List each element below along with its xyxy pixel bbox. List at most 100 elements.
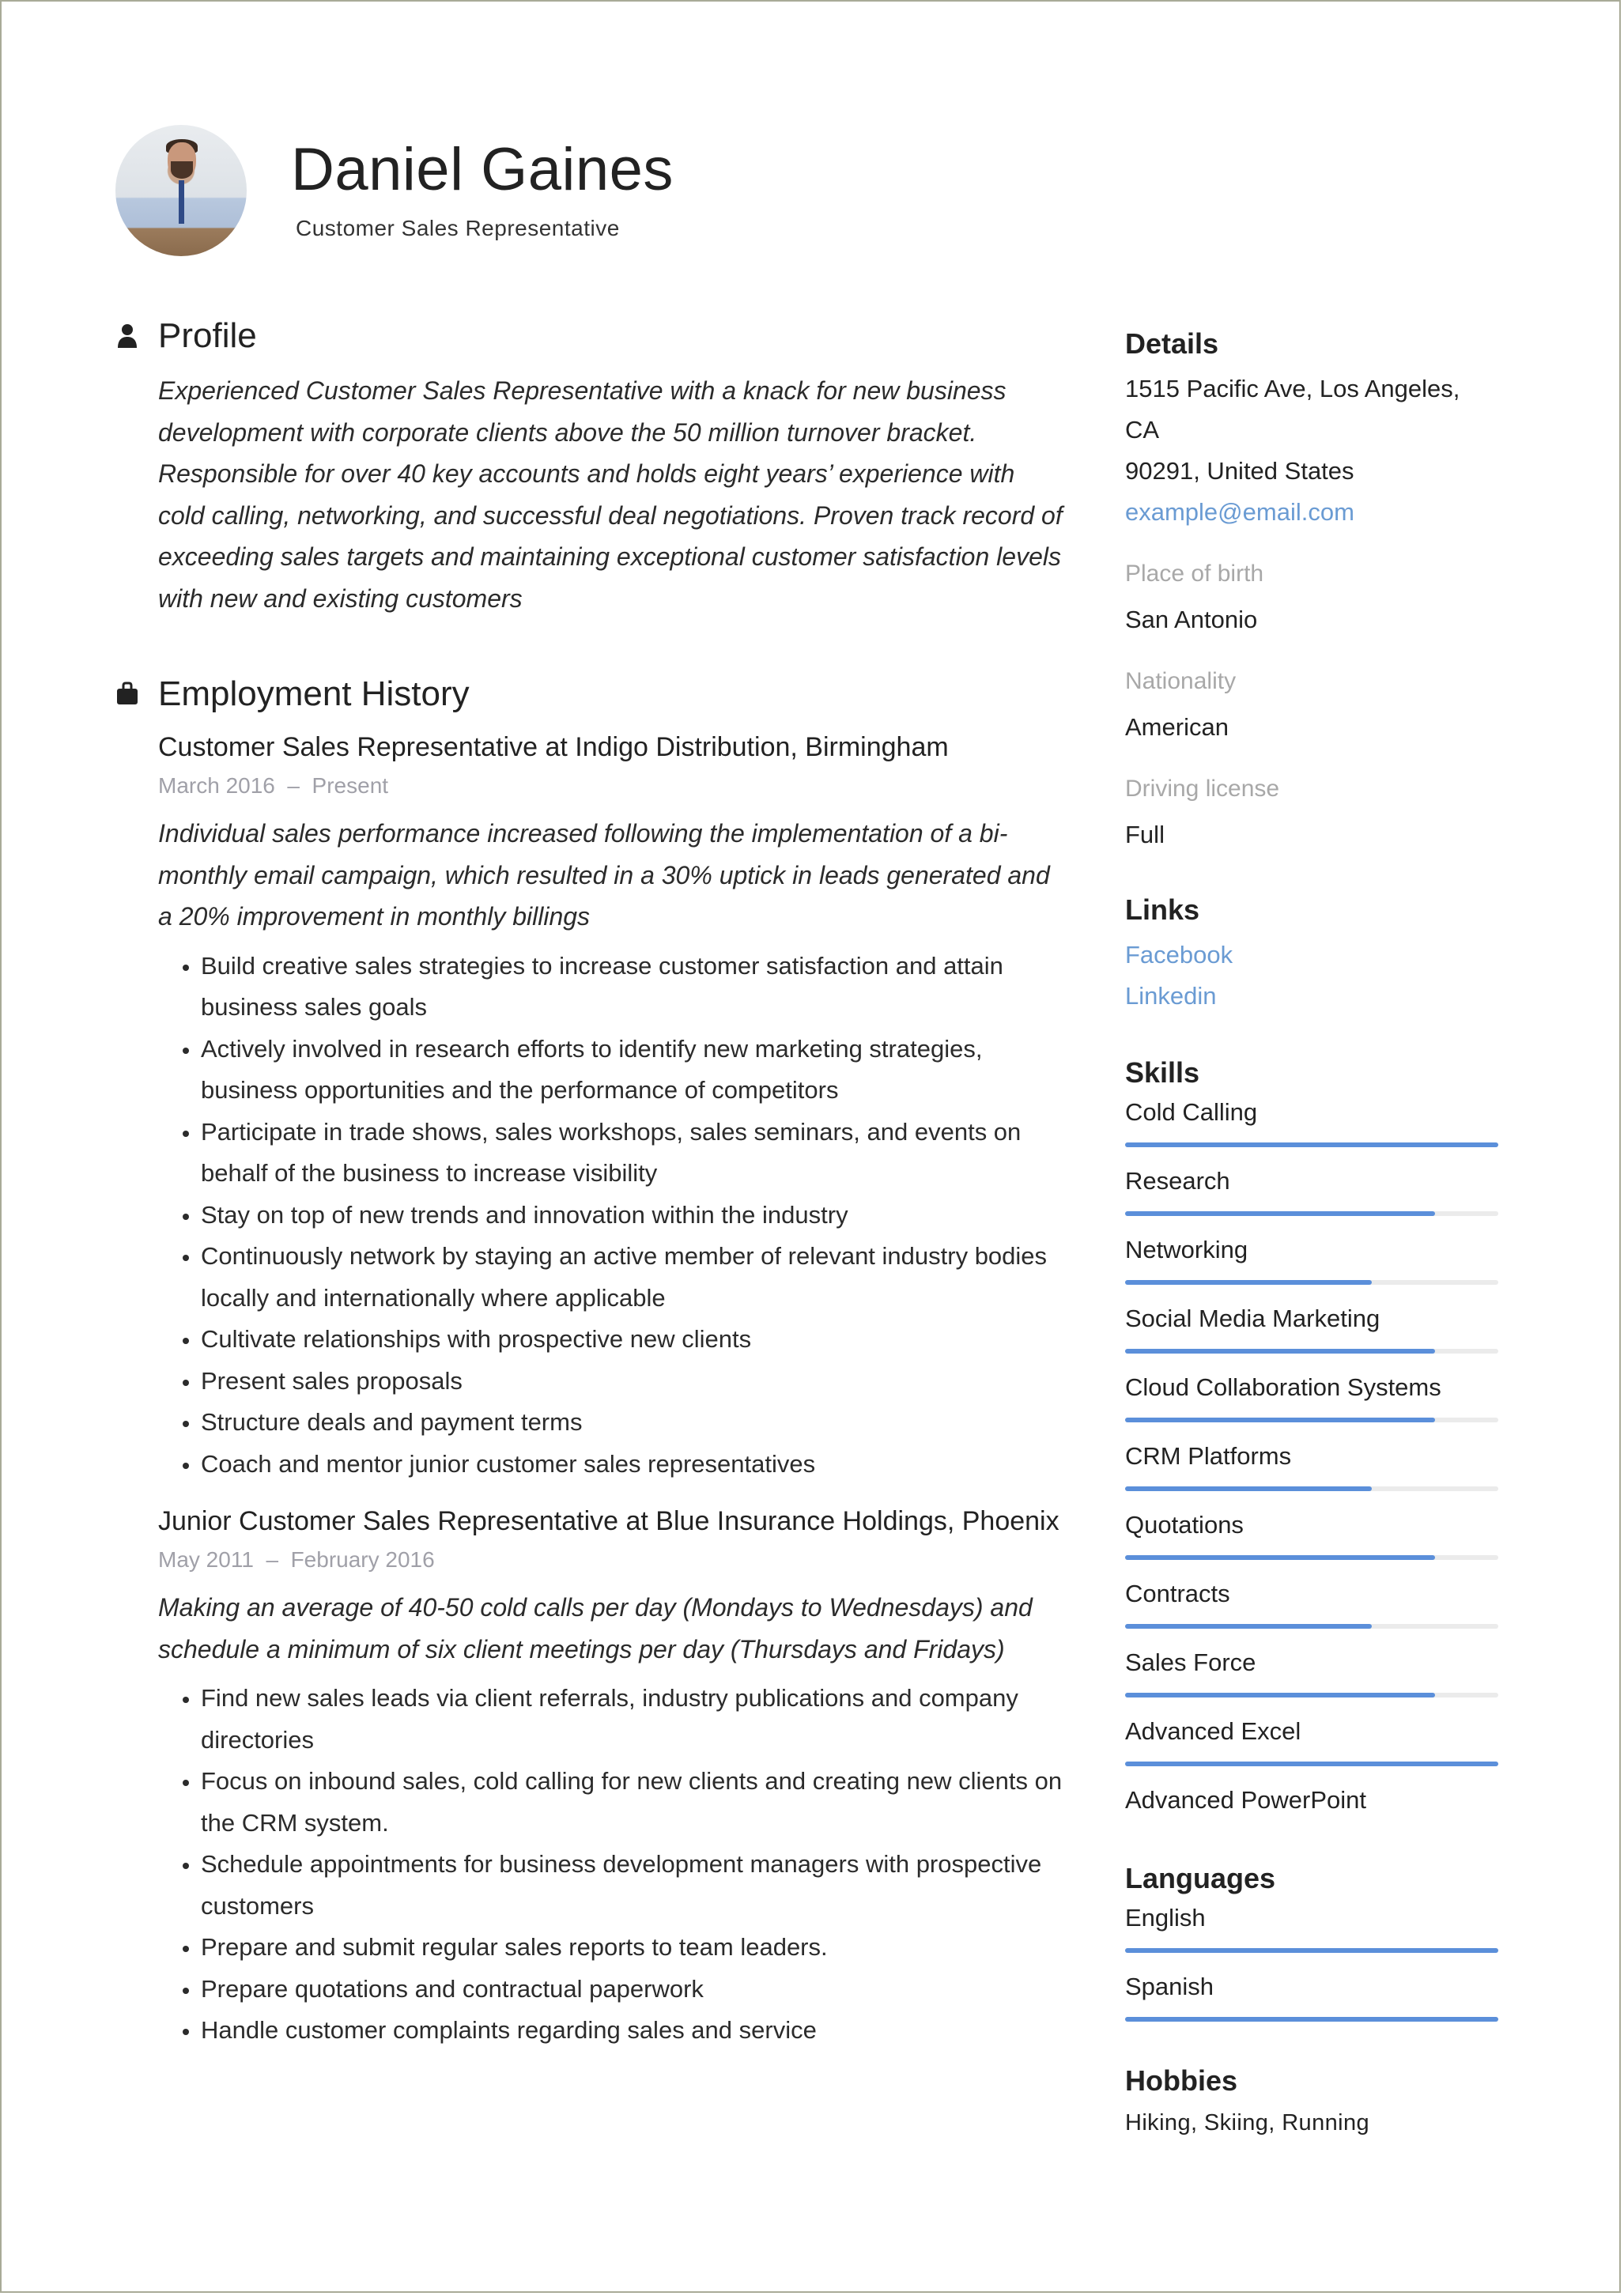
skill-name: CRM Platforms [1125, 1442, 1292, 1470]
skill-item: Cold Calling [1125, 1093, 1498, 1147]
address-line-2: 90291, United States [1125, 457, 1354, 485]
bullet-item: Schedule appointments for business devel… [201, 1844, 1071, 1927]
skill-level-bar [1125, 1211, 1498, 1216]
bullet-item: Build creative sales strategies to incre… [201, 946, 1071, 1029]
driving-license-label: Driving license [1125, 776, 1280, 802]
details-heading: Details [1125, 327, 1219, 360]
email-link[interactable]: example@email.com [1125, 492, 1498, 533]
bullet-item: Prepare quotations and contractual paper… [201, 1969, 1071, 2011]
language-item: Spanish [1125, 1967, 1498, 2022]
language-level-bar [1125, 1948, 1498, 1953]
bullet-item: Stay on top of new trends and innovation… [201, 1195, 1071, 1237]
skill-level-fill [1125, 1211, 1435, 1216]
skill-name: Research [1125, 1167, 1230, 1195]
facebook-link[interactable]: Facebook [1125, 935, 1498, 976]
skill-name: Cold Calling [1125, 1098, 1258, 1126]
skill-level-fill [1125, 1693, 1435, 1697]
resume-header: Daniel Gaines Customer Sales Representat… [115, 125, 674, 256]
languages-list: English Spanish [1125, 1898, 1498, 2022]
skill-name: Social Media Marketing [1125, 1305, 1380, 1332]
skill-level-bar [1125, 1830, 1498, 1835]
employment-section: Employment History Customer Sales Repres… [117, 674, 1062, 2052]
profile-heading: Profile [158, 316, 257, 355]
language-name: English [1125, 1904, 1206, 1932]
place-of-birth-value: San Antonio [1125, 606, 1258, 633]
languages-heading: Languages [1125, 1862, 1276, 1894]
skill-name: Advanced PowerPoint [1125, 1786, 1367, 1814]
skills-heading: Skills [1125, 1056, 1200, 1089]
bullet-item: Participate in trade shows, sales worksh… [201, 1112, 1071, 1195]
skill-item: Networking [1125, 1230, 1498, 1285]
skill-item: Contracts [1125, 1574, 1498, 1629]
profile-text: Experienced Customer Sales Representativ… [158, 376, 1063, 613]
bullet-item: Find new sales leads via client referral… [201, 1678, 1071, 1761]
skill-level-bar [1125, 1142, 1498, 1147]
language-level-fill [1125, 2017, 1498, 2022]
skill-level-bar [1125, 1555, 1498, 1560]
bullet-item: Actively involved in research efforts to… [201, 1029, 1071, 1112]
linkedin-link[interactable]: Linkedin [1125, 976, 1498, 1017]
bullet-item: Structure deals and payment terms [201, 1402, 1071, 1444]
skill-level-bar [1125, 1486, 1498, 1491]
job-title: Customer Sales Representative at Indigo … [158, 732, 949, 762]
place-of-birth-label: Place of birth [1125, 561, 1264, 587]
candidate-name: Daniel Gaines [291, 136, 674, 203]
bullet-item: Coach and mentor junior customer sales r… [201, 1444, 1071, 1486]
skill-level-fill [1125, 1555, 1435, 1560]
bullet-item: Present sales proposals [201, 1361, 1071, 1403]
profile-section: Profile Experienced Customer Sales Repre… [118, 316, 1063, 619]
skill-name: Networking [1125, 1236, 1248, 1263]
skill-level-fill [1125, 1486, 1372, 1491]
language-level-bar [1125, 2017, 1498, 2022]
skill-item: Advanced PowerPoint [1125, 1781, 1498, 1835]
bullet-item: Prepare and submit regular sales reports… [201, 1927, 1071, 1969]
bullet-item: Continuously network by staying an activ… [201, 1236, 1071, 1319]
avatar-tie [179, 180, 184, 224]
skill-level-fill [1125, 1624, 1372, 1629]
bullet-item: Handle customer complaints regarding sal… [201, 2010, 1071, 2052]
skill-level-bar [1125, 1349, 1498, 1354]
skill-name: Advanced Excel [1125, 1717, 1301, 1745]
skill-level-bar [1125, 1762, 1498, 1766]
job-entry: Customer Sales Representative at Indigo … [158, 725, 1059, 1485]
language-level-fill [1125, 1948, 1498, 1953]
skill-level-bar [1125, 1280, 1498, 1285]
job-dates: March 2016 – Present [158, 773, 389, 798]
skill-name: Cloud Collaboration Systems [1125, 1373, 1441, 1401]
employment-heading: Employment History [158, 674, 470, 713]
bullet-item: Focus on inbound sales, cold calling for… [201, 1761, 1071, 1844]
language-name: Spanish [1125, 1973, 1214, 2000]
nationality-value: American [1125, 713, 1229, 741]
job-entry: Junior Customer Sales Representative at … [158, 1499, 1062, 2052]
person-icon [118, 324, 137, 348]
candidate-title: Customer Sales Representative [296, 216, 620, 240]
hobbies-text: Hiking, Skiing, Running [1125, 2110, 1370, 2136]
skill-level-bar [1125, 1418, 1498, 1422]
briefcase-icon [117, 682, 138, 704]
avatar-beard [171, 161, 193, 179]
skill-level-bar [1125, 1693, 1498, 1697]
language-item: English [1125, 1898, 1498, 1953]
skill-level-fill [1125, 1349, 1435, 1354]
skills-list: Cold Calling Research Networking Social Med… [1125, 1093, 1498, 1835]
skill-name: Quotations [1125, 1511, 1244, 1539]
hobbies-heading: Hobbies [1125, 2064, 1238, 2097]
job-description: Individual sales performance increased f… [158, 819, 1050, 931]
skill-item: Social Media Marketing [1125, 1299, 1498, 1354]
skill-item: Advanced Excel [1125, 1712, 1498, 1766]
skill-level-fill [1125, 1142, 1498, 1147]
skill-level-fill [1125, 1280, 1372, 1285]
bullet-item: Cultivate relationships with prospective… [201, 1319, 1071, 1361]
job-dates: May 2011 – February 2016 [158, 1547, 435, 1572]
nationality-label: Nationality [1125, 668, 1237, 694]
skill-level-fill [1125, 1418, 1435, 1422]
address-line-1: 1515 Pacific Ave, Los Angeles, CA [1125, 375, 1460, 444]
skill-item: Research [1125, 1161, 1498, 1216]
main-column: Profile Experienced Customer Sales Repre… [117, 316, 1063, 2052]
job-description: Making an average of 40-50 cold calls pe… [158, 1593, 1033, 1663]
links-heading: Links [1125, 893, 1200, 926]
skill-level-fill [1125, 1762, 1498, 1766]
job-title: Junior Customer Sales Representative at … [158, 1506, 1059, 1536]
job-bullets: Find new sales leads via client referral… [158, 1678, 1071, 2052]
skill-item: CRM Platforms [1125, 1437, 1498, 1491]
